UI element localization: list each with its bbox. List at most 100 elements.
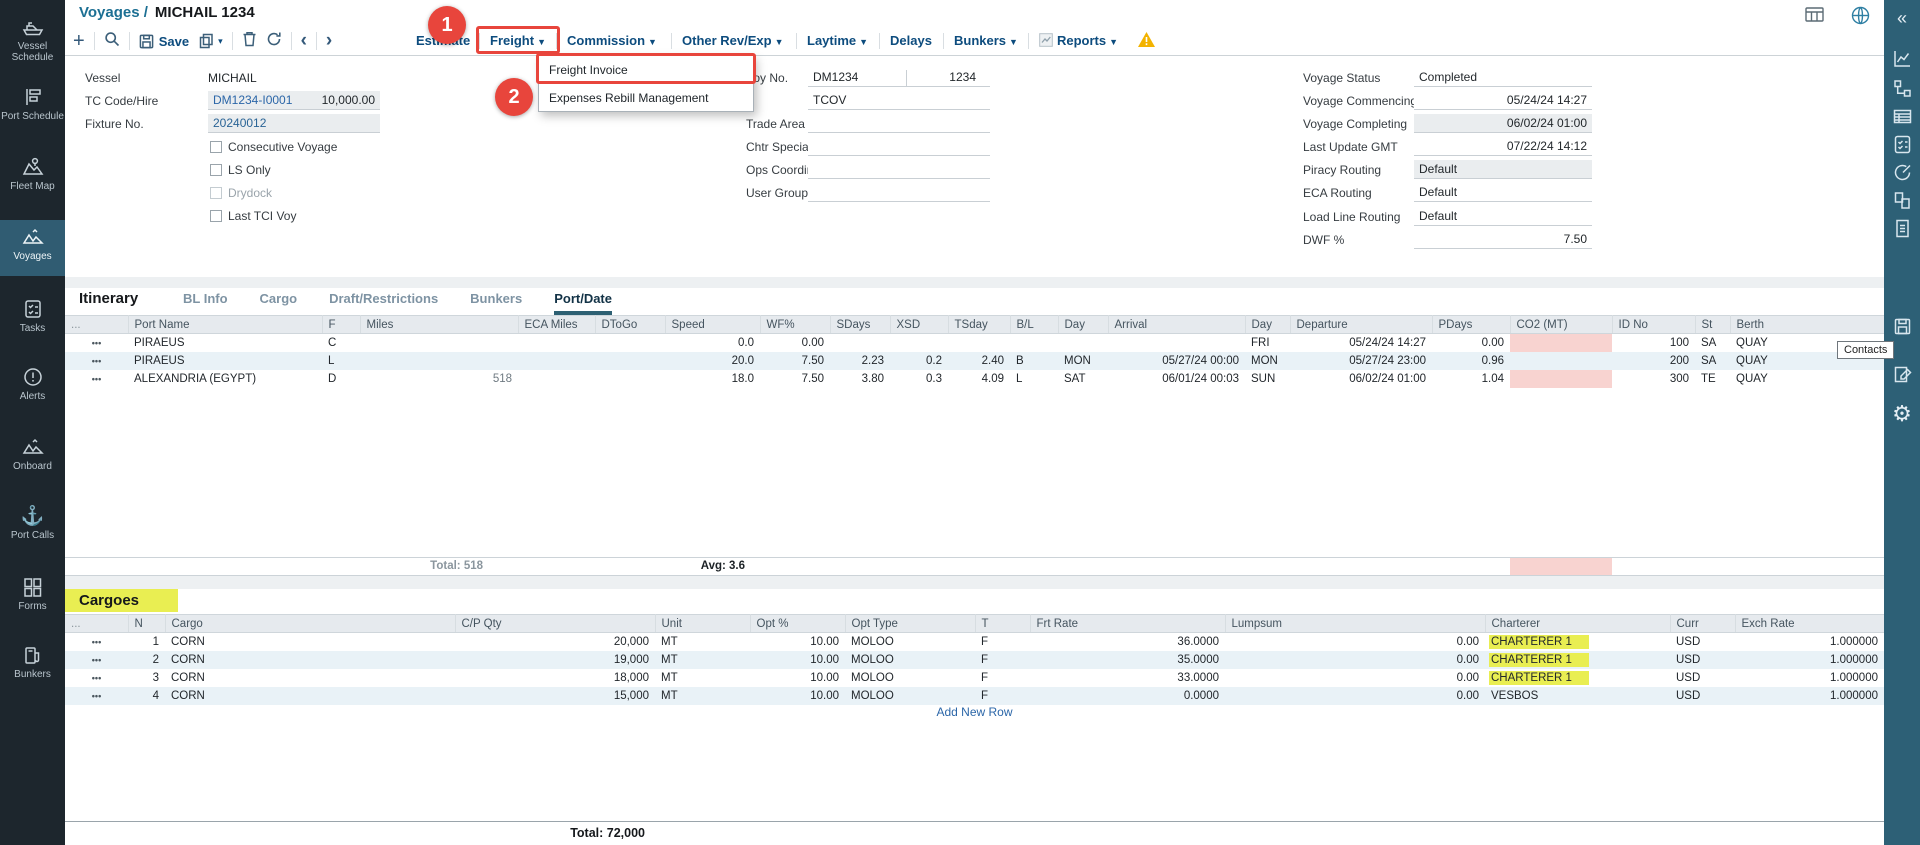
menu-commission[interactable]: Commission▼ (559, 30, 665, 52)
col-id-no[interactable]: ID No (1612, 316, 1695, 334)
col-cp-qty[interactable]: C/P Qty (455, 615, 655, 633)
notebook-edit-icon[interactable] (1884, 364, 1920, 390)
save-disk-icon[interactable] (1884, 316, 1920, 342)
col-n[interactable]: N (128, 615, 165, 633)
col-port-name[interactable]: Port Name (128, 316, 322, 334)
ls-only-checkbox[interactable]: LS Only (210, 163, 271, 177)
sidebar-item-alerts[interactable]: Alerts (0, 360, 65, 412)
add-new-row-link[interactable]: Add New Row (65, 705, 1884, 719)
load-line-routing-field[interactable]: Default (1414, 207, 1592, 226)
collapse-icon[interactable]: « (1884, 8, 1920, 28)
next-button[interactable]: › (326, 32, 332, 50)
col-exch-rate[interactable]: Exch Rate (1735, 615, 1884, 633)
search-button[interactable] (104, 31, 120, 52)
tab-bunkers[interactable]: Bunkers (470, 291, 522, 315)
row-menu-icon[interactable]: ••• (92, 637, 101, 647)
last-update-gmt-field[interactable]: 07/22/24 14:12 (1414, 137, 1592, 156)
col-st[interactable]: St (1695, 316, 1730, 334)
col-co2[interactable]: CO2 (MT) (1510, 316, 1612, 334)
col-berth[interactable]: Berth (1730, 316, 1884, 334)
dwf-field[interactable]: 7.50 (1414, 230, 1592, 249)
checklist-icon[interactable] (1884, 134, 1920, 160)
sidebar-item-fleet-map[interactable]: Fleet Map (0, 150, 65, 206)
breadcrumb-section[interactable]: Voyages / (79, 4, 148, 21)
col-sdays[interactable]: SDays (830, 316, 890, 334)
menu-item-expenses-rebill[interactable]: Expenses Rebill Management (539, 84, 753, 111)
settings-gear-icon[interactable]: ⚙ (1884, 404, 1920, 424)
menu-bunkers[interactable]: Bunkers▼ (946, 30, 1026, 52)
fixture-no-field[interactable]: 20240012 (208, 114, 380, 133)
forms-pages-icon[interactable] (1884, 190, 1920, 216)
col-speed[interactable]: Speed (665, 316, 760, 334)
cargo-row[interactable]: ••• 1 CORN 20,000 MT 10.00 MOLOO F 36.00… (65, 633, 1884, 652)
delete-button[interactable] (242, 31, 257, 52)
col-arrival[interactable]: Arrival (1108, 316, 1245, 334)
col-opt-pct[interactable]: Opt % (750, 615, 845, 633)
col-miles[interactable]: Miles (360, 316, 518, 334)
add-button[interactable]: + (73, 31, 85, 51)
menu-reports[interactable]: Reports▼ (1031, 30, 1126, 52)
menu-laytime[interactable]: Laytime▼ (799, 30, 876, 52)
grid-table-icon[interactable] (1805, 6, 1824, 28)
table-icon[interactable] (1884, 106, 1920, 132)
refresh-button[interactable] (266, 31, 282, 52)
tc-code-field[interactable]: DM1234-I0001 (208, 91, 305, 110)
col-t[interactable]: T (975, 615, 1030, 633)
voy-no-num-field[interactable]: 1234 (906, 68, 990, 87)
col-unit[interactable]: Unit (655, 615, 750, 633)
row-menu-icon[interactable]: ••• (92, 356, 101, 366)
eca-routing-field[interactable]: Default (1414, 183, 1592, 202)
analytics-icon[interactable] (1884, 48, 1920, 74)
itinerary-row[interactable]: ••• ALEXANDRIA (EGYPT) D 518 18.0 7.50 3… (65, 370, 1884, 388)
warning-icon[interactable] (1137, 31, 1156, 53)
copy-button[interactable]: ▾ (198, 33, 223, 49)
menu-item-freight-invoice[interactable]: Freight Invoice (539, 56, 753, 84)
col-lumpsum[interactable]: Lumpsum (1225, 615, 1485, 633)
itinerary-row[interactable]: ••• PIRAEUS L 20.0 7.50 2.23 0.2 2.40 B … (65, 352, 1884, 370)
cargo-row[interactable]: ••• 3 CORN 18,000 MT 10.00 MOLOO F 33.00… (65, 669, 1884, 687)
row-menu-icon[interactable]: ••• (92, 691, 101, 701)
last-tci-voy-checkbox[interactable]: Last TCI Voy (210, 209, 296, 223)
opr-type-field[interactable]: TCOV (808, 91, 990, 110)
network-icon[interactable] (1884, 78, 1920, 104)
document-icon[interactable] (1884, 218, 1920, 244)
voy-no-code-field[interactable]: DM1234 (808, 68, 906, 87)
col-departure[interactable]: Departure (1290, 316, 1432, 334)
row-menu-icon[interactable]: ••• (92, 338, 101, 348)
col-cargo[interactable]: Cargo (165, 615, 455, 633)
tc-hire-field[interactable]: 10,000.00 (305, 91, 380, 110)
col-eca-miles[interactable]: ECA Miles (518, 316, 595, 334)
col-pdays[interactable]: PDays (1432, 316, 1510, 334)
row-menu-icon[interactable]: ••• (92, 655, 101, 665)
col-frt-rate[interactable]: Frt Rate (1030, 615, 1225, 633)
col-xsd[interactable]: XSD (890, 316, 948, 334)
menu-delays[interactable]: Delays (882, 30, 940, 52)
sidebar-item-vessel-schedule[interactable]: Vessel Schedule (0, 10, 65, 68)
sidebar-item-tasks[interactable]: Tasks (0, 292, 65, 344)
edit-circle-icon[interactable] (1884, 162, 1920, 188)
col-wf[interactable]: WF% (760, 316, 830, 334)
cargo-row[interactable]: ••• 2 CORN 19,000 MT 10.00 MOLOO F 35.00… (65, 651, 1884, 669)
col-f[interactable]: F (322, 316, 360, 334)
row-menu-icon[interactable]: ••• (92, 673, 101, 683)
voyage-completing-field[interactable]: 06/02/24 01:00 (1414, 114, 1592, 133)
menu-other-rev-exp[interactable]: Other Rev/Exp▼ (674, 30, 792, 52)
previous-button[interactable]: ‹ (301, 32, 307, 50)
sidebar-item-port-calls[interactable]: ⚓ Port Calls (0, 500, 65, 552)
voyage-commencing-field[interactable]: 05/24/24 14:27 (1414, 91, 1592, 110)
tab-port-date[interactable]: Port/Date (554, 291, 612, 315)
menu-freight[interactable]: Freight▼ 1 Freight Invoice Expenses Rebi… (482, 30, 554, 52)
row-menu-icon[interactable]: ••• (92, 374, 101, 384)
cargo-row[interactable]: ••• 4 CORN 15,000 MT 10.00 MOLOO F 0.000… (65, 687, 1884, 705)
drydock-checkbox[interactable]: Drydock (210, 186, 272, 200)
col-bl[interactable]: B/L (1010, 316, 1058, 334)
sidebar-item-port-schedule[interactable]: Port Schedule (0, 80, 65, 138)
itinerary-row[interactable]: ••• PIRAEUS C 0.0 0.00 FRI 05/24/24 14:2… (65, 334, 1884, 353)
tab-draft-restrictions[interactable]: Draft/Restrictions (329, 291, 438, 315)
sidebar-item-onboard[interactable]: Onboard (0, 430, 65, 482)
user-group-field[interactable] (808, 183, 990, 202)
consecutive-voyage-checkbox[interactable]: Consecutive Voyage (210, 140, 337, 154)
col-day[interactable]: Day (1058, 316, 1108, 334)
col-day[interactable]: Day (1245, 316, 1290, 334)
col-tsday[interactable]: TSday (948, 316, 1010, 334)
